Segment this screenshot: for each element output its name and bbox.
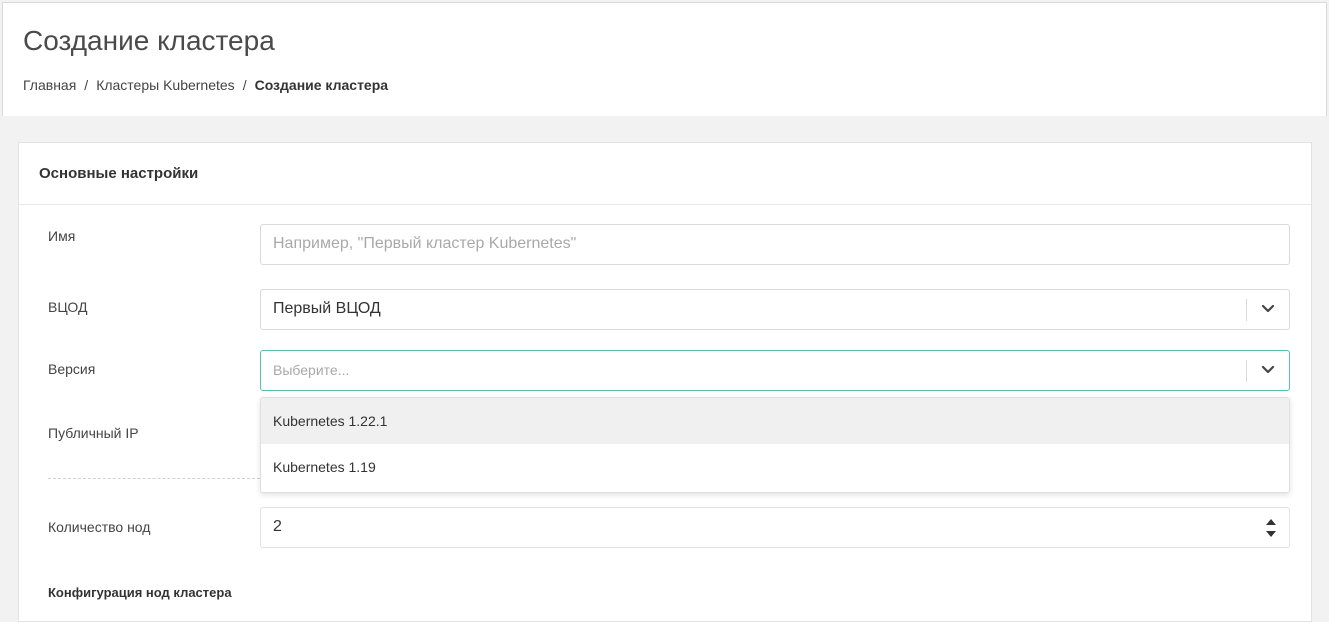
name-label: Имя xyxy=(48,228,76,244)
number-stepper-icon[interactable] xyxy=(1265,513,1277,543)
name-placeholder: Например, "Первый кластер Kubernetes" xyxy=(273,235,577,252)
page-header: Создание кластера Главная / Кластеры Kuber… xyxy=(2,2,1327,116)
version-dropdown-menu: Kubernetes 1.22.1 Kubernetes 1.19 xyxy=(260,397,1290,493)
breadcrumb-current: Создание кластера xyxy=(254,77,389,93)
version-label: Версия xyxy=(48,361,96,377)
breadcrumb: Главная / Кластеры Kubernetes / Создание кла… xyxy=(23,77,388,93)
node-count-input[interactable]: 2 xyxy=(260,507,1290,548)
node-count-value: 2 xyxy=(273,518,282,535)
vdc-select[interactable]: Первый ВЦОД xyxy=(260,289,1290,330)
select-divider xyxy=(1246,299,1247,321)
breadcrumb-home[interactable]: Главная xyxy=(23,77,76,93)
chevron-down-icon[interactable] xyxy=(1259,361,1277,379)
breadcrumb-separator: / xyxy=(84,77,89,93)
name-input[interactable]: Например, "Первый кластер Kubernetes" xyxy=(260,224,1290,265)
breadcrumb-separator: / xyxy=(242,77,247,93)
vdc-label: ВЦОД xyxy=(48,299,88,315)
section-divider xyxy=(48,478,260,479)
version-placeholder: Выберите... xyxy=(273,362,350,378)
vdc-selected-value: Первый ВЦОД xyxy=(273,300,381,317)
breadcrumb-clusters[interactable]: Кластеры Kubernetes xyxy=(96,77,235,93)
version-option[interactable]: Kubernetes 1.19 xyxy=(261,444,1289,490)
node-config-heading: Конфигурация нод кластера xyxy=(48,585,232,600)
page-title: Создание кластера xyxy=(23,25,275,56)
public-ip-label: Публичный IP xyxy=(48,425,139,441)
settings-panel: Основные настройки Имя Например, "Первый… xyxy=(18,142,1312,622)
node-count-label: Количество нод xyxy=(48,519,151,535)
version-select[interactable]: Выберите... xyxy=(260,350,1290,391)
select-divider xyxy=(1246,360,1247,382)
panel-heading: Основные настройки xyxy=(19,143,1311,205)
chevron-down-icon[interactable] xyxy=(1259,300,1277,318)
version-option[interactable]: Kubernetes 1.22.1 xyxy=(261,398,1289,444)
